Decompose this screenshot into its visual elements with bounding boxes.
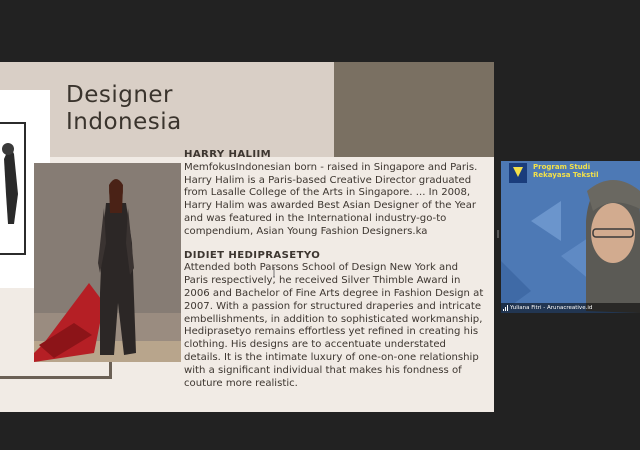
designer-bio: Attended both Parsons School of Design N… <box>184 262 484 389</box>
logo-line2: Rekayasa Tekstil <box>533 171 599 179</box>
designer-name: DIDIET HEDIPRASETYO <box>184 249 321 261</box>
photo-frame-line <box>0 376 112 379</box>
photo-frame-line-vertical <box>109 362 112 379</box>
splitter-handle[interactable] <box>497 230 499 238</box>
header-olive-block <box>334 62 494 157</box>
participant-name-tag: Yuliana Fitri - Arunacreative.id <box>501 303 640 313</box>
designer-bio: MemfokusIndonesian born - raised in Sing… <box>184 161 478 237</box>
logo-line1: Program Studi <box>533 163 591 171</box>
presentation-slide: Designer Indonesia HARRY HALIIM Memfokus… <box>0 62 494 412</box>
photo-frame-left <box>0 122 26 255</box>
participant-video-image <box>501 161 640 313</box>
slide-title-line1: Designer <box>66 82 174 108</box>
slide-title-line2: Indonesia <box>66 109 182 135</box>
participant-name: Yuliana Fitri - Arunacreative.id <box>510 305 593 311</box>
slide-title: Designer Indonesia <box>66 82 182 136</box>
designer-photo <box>34 163 181 362</box>
designers-text: HARRY HALIIM MemfokusIndonesian born - r… <box>184 149 484 401</box>
text-cursor-icon <box>273 267 275 278</box>
logo-text: Program Studi Rekayasa Tekstil <box>533 163 598 179</box>
signal-icon <box>503 305 509 313</box>
designer-name: HARRY HALIIM <box>184 149 272 160</box>
fashion-model-image <box>34 163 181 362</box>
participant-video-tile[interactable]: Program Studi Rekayasa Tekstil Yuliana F… <box>501 161 640 313</box>
model-silhouette-image <box>0 124 24 253</box>
